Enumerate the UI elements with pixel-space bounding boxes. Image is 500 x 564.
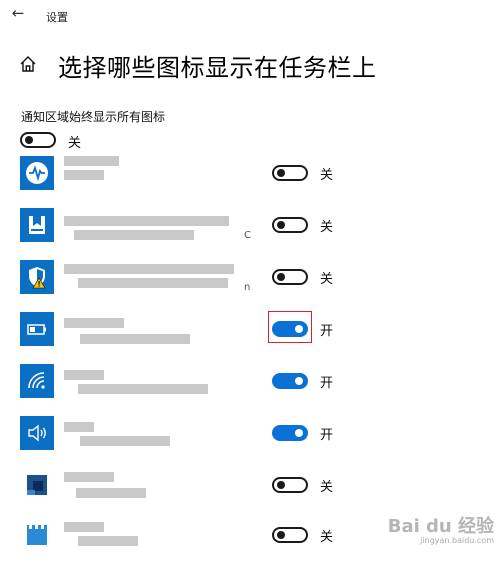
app-toggle-state: 关 <box>320 272 334 287</box>
back-arrow-icon: ← <box>11 4 25 22</box>
app-row: 开 <box>0 416 500 462</box>
app-toggle-state: 开 <box>320 324 334 339</box>
watermark-logo: Bai du 经验 jingyan.baidu.com <box>387 515 494 545</box>
toggle-knob <box>25 136 33 144</box>
app-icon-6 <box>20 468 54 502</box>
app-toggle-switch[interactable] <box>272 425 308 441</box>
app-toggle-state: 开 <box>320 428 334 443</box>
watermark-brand: Bai du 经验 <box>387 515 494 537</box>
title-bar: ← 设置 <box>0 0 500 32</box>
app-row: 关 <box>0 468 500 514</box>
app-row: 关 <box>0 156 500 202</box>
app-row: n关 <box>0 260 500 306</box>
app-row: 开 <box>0 312 500 358</box>
master-toggle-state: 关 <box>68 136 82 151</box>
app-toggle-state: 开 <box>320 376 334 391</box>
volume-icon <box>20 416 54 450</box>
app-toggle-state: 关 <box>320 168 334 183</box>
app-name-trailing-char: n <box>244 282 251 293</box>
toggle-knob <box>295 429 303 437</box>
annotation-highlight-box <box>268 311 312 343</box>
app-name-trailing-char: C <box>244 230 251 241</box>
app-toggle-state: 关 <box>320 220 334 235</box>
app-row: 开 <box>0 364 500 410</box>
toggle-knob <box>277 273 285 281</box>
toggle-knob <box>277 481 285 489</box>
app-name-pixelated <box>64 260 244 298</box>
toggle-knob <box>277 221 285 229</box>
master-toggle-switch[interactable] <box>20 132 56 148</box>
app-name-pixelated <box>64 518 244 556</box>
app-toggle-state: 关 <box>320 480 334 495</box>
toggle-knob <box>295 377 303 385</box>
security-shield-warning-icon <box>20 260 54 294</box>
app-toggle-switch[interactable] <box>272 477 308 493</box>
back-button[interactable]: ← <box>8 4 28 22</box>
toggle-knob <box>277 531 285 539</box>
home-icon <box>20 56 36 72</box>
app-name-pixelated <box>64 156 244 194</box>
app-toggle-switch[interactable] <box>272 269 308 285</box>
app-toggle-switch[interactable] <box>272 527 308 543</box>
app-toggle-switch[interactable] <box>272 165 308 181</box>
bookmark-app-icon <box>20 208 54 242</box>
pulse-app-icon <box>20 156 54 190</box>
app-toggle-switch[interactable] <box>272 373 308 389</box>
watermark-url: jingyan.baidu.com <box>420 535 494 545</box>
window-title: 设置 <box>46 11 68 24</box>
master-toggle-label: 通知区域始终显示所有图标 <box>21 110 166 124</box>
app-row: C关 <box>0 208 500 254</box>
wifi-icon <box>20 364 54 398</box>
toggle-knob <box>277 169 285 177</box>
app-name-pixelated <box>64 312 244 350</box>
page-title: 选择哪些图标显示在任务栏上 <box>58 54 377 82</box>
battery-icon <box>20 312 54 346</box>
app-name-pixelated <box>64 468 244 506</box>
app-name-pixelated <box>64 208 244 246</box>
app-name-pixelated <box>64 364 244 402</box>
app-toggle-switch[interactable] <box>272 217 308 233</box>
app-name-pixelated <box>64 416 244 454</box>
app-icon-7 <box>20 518 54 552</box>
app-toggle-state: 关 <box>320 530 334 545</box>
